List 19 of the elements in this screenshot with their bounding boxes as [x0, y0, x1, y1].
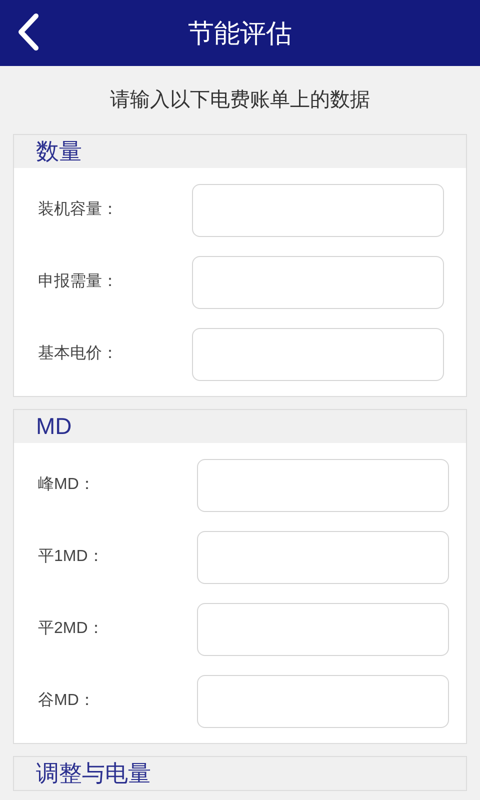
input-field[interactable]	[197, 674, 449, 728]
input-field[interactable]	[197, 458, 449, 512]
screen-title: 节能评估	[188, 16, 292, 50]
section-title: 调整与电量	[36, 762, 151, 785]
input-field[interactable]	[192, 184, 444, 236]
field-label: 装机容量：	[38, 200, 119, 220]
input-field[interactable]	[192, 328, 444, 380]
input-field[interactable]	[197, 602, 449, 656]
instruction-text: 请输入以下电费账单上的数据	[110, 88, 370, 113]
section-title: 数量	[36, 140, 82, 163]
field-label: 谷MD：	[38, 691, 96, 711]
input-field[interactable]	[192, 256, 444, 308]
field-label: 平1MD：	[38, 547, 105, 567]
field-label: 基本电价：	[38, 344, 119, 364]
field-label: 平2MD：	[38, 619, 105, 639]
field-label: 峰MD：	[38, 475, 96, 495]
section-title: MD	[36, 415, 72, 438]
input-field[interactable]	[197, 530, 449, 584]
field-label: 申报需量：	[38, 272, 119, 292]
